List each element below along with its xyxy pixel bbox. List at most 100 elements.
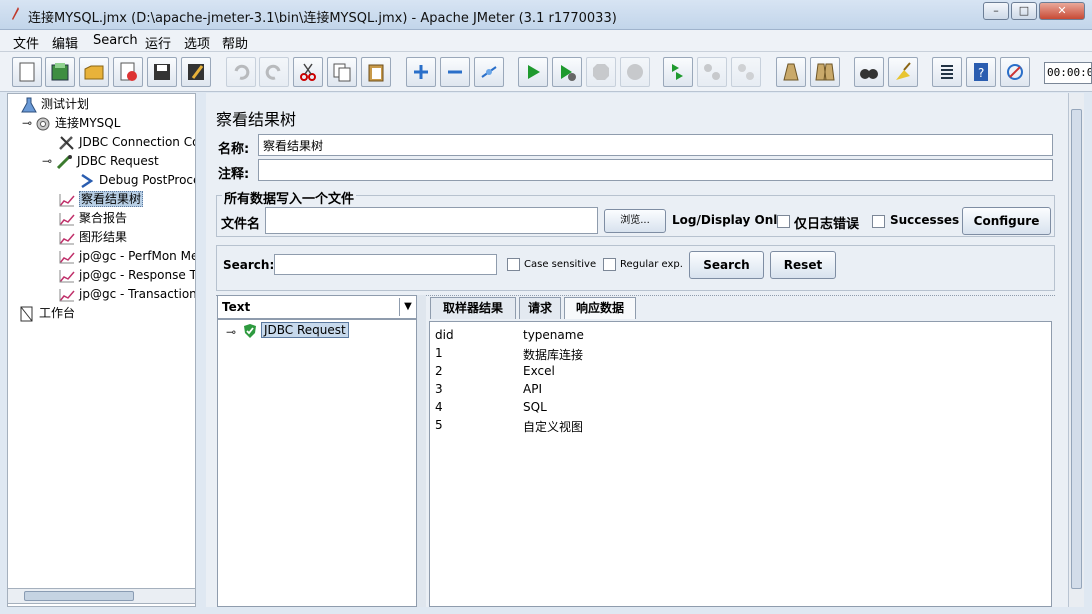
remote-shutdown-icon[interactable]	[731, 57, 761, 87]
remote-stop-icon[interactable]	[697, 57, 727, 87]
minimize-button[interactable]: –	[983, 2, 1009, 20]
jmeter-feather-icon	[12, 7, 19, 20]
response-cell: API	[523, 382, 542, 396]
response-cell: 3	[435, 382, 443, 396]
open-icon[interactable]	[79, 57, 109, 87]
response-cell: 数据库连接	[523, 348, 584, 362]
workbench-icon	[20, 306, 33, 321]
close-icon[interactable]	[113, 57, 143, 87]
comment-field[interactable]	[258, 159, 1053, 181]
name-field[interactable]: 察看结果树	[258, 134, 1053, 156]
successes-checkbox[interactable]	[872, 215, 885, 228]
pane-splitter[interactable]	[197, 93, 205, 607]
undo-icon[interactable]	[226, 57, 256, 87]
start-icon[interactable]	[518, 57, 548, 87]
tree-item-view-results-tree[interactable]: 察看结果树	[58, 190, 144, 208]
tree-item-debug-postprocessor[interactable]: Debug PostProce	[78, 171, 195, 189]
clear-all-icon[interactable]	[810, 57, 840, 87]
start-no-pause-icon[interactable]	[552, 57, 582, 87]
menu-edit[interactable]: 编辑	[52, 33, 78, 52]
save-icon[interactable]	[147, 57, 177, 87]
menu-search[interactable]: Search	[93, 33, 138, 48]
expand-handle-icon[interactable]: ⊸	[42, 152, 56, 170]
test-plan-tree[interactable]: 测试计划 ⊸ 连接MYSQL JDBC Connection Co ⊸ JDBC R…	[7, 93, 196, 607]
maximize-button[interactable]: □	[1011, 2, 1037, 20]
tab-request[interactable]: 请求	[519, 297, 561, 319]
redo-icon[interactable]	[259, 57, 289, 87]
reset-button[interactable]: Reset	[770, 251, 836, 279]
regular-exp-label: Regular exp.	[620, 259, 683, 270]
tree-horizontal-scrollbar[interactable]	[7, 588, 196, 604]
search-input[interactable]	[274, 254, 497, 275]
tree-item-test-plan[interactable]: 测试计划	[20, 95, 89, 113]
chevron-down-icon[interactable]: ▼	[399, 298, 416, 316]
case-sensitive-checkbox[interactable]	[507, 258, 520, 271]
collapse-icon[interactable]	[440, 57, 470, 87]
pipette-icon	[56, 154, 72, 169]
close-window-button[interactable]: ✕	[1039, 2, 1085, 20]
function-helper-icon[interactable]	[932, 57, 962, 87]
graph-icon	[59, 288, 75, 301]
errors-checkbox[interactable]	[777, 215, 790, 228]
cut-icon[interactable]	[293, 57, 323, 87]
expand-icon[interactable]	[406, 57, 436, 87]
copy-icon[interactable]	[327, 57, 357, 87]
reset-search-icon[interactable]	[888, 57, 918, 87]
gear-icon	[36, 117, 50, 130]
search-icon[interactable]	[854, 57, 884, 87]
clear-icon[interactable]	[776, 57, 806, 87]
tree-item-perfmon[interactable]: jp@gc - PerfMon Met	[58, 247, 195, 265]
file-group-title: 所有数据写入一个文件	[222, 188, 357, 207]
response-cell: 4	[435, 400, 443, 414]
tree-item-jdbc-request[interactable]: ⊸ JDBC Request	[42, 152, 159, 170]
regular-exp-checkbox[interactable]	[603, 258, 616, 271]
filename-field[interactable]	[265, 207, 598, 234]
tab-response-data[interactable]: 响应数据	[564, 297, 636, 319]
graph-icon	[59, 193, 75, 206]
menu-file[interactable]: 文件	[13, 33, 39, 52]
graph-icon	[59, 212, 75, 225]
main-vertical-scrollbar[interactable]	[1068, 93, 1084, 607]
scrollbar-thumb[interactable]	[1071, 109, 1082, 589]
configure-button[interactable]: Configure	[962, 207, 1051, 235]
tree-item-response-times[interactable]: jp@gc - Response T	[58, 266, 195, 284]
menu-options[interactable]: 选项	[184, 33, 210, 52]
shutdown-icon[interactable]	[620, 57, 650, 87]
scrollbar-thumb[interactable]	[24, 591, 134, 601]
tab-sampler-result[interactable]: 取样器结果	[430, 297, 516, 319]
tree-item-workbench[interactable]: 工作台	[18, 304, 75, 322]
response-cell: 2	[435, 364, 443, 378]
window-title: 连接MYSQL.jmx (D:\apache-jmeter-3.1\bin\连接…	[28, 11, 617, 26]
tree-item-thread-group[interactable]: ⊸ 连接MYSQL	[22, 114, 120, 132]
tree-item-graph-results[interactable]: 图形结果	[58, 228, 127, 246]
paste-icon[interactable]	[361, 57, 391, 87]
browse-button[interactable]: 浏览...	[604, 209, 666, 233]
response-data-area[interactable]: did typename 1 数据库连接 2 Excel 3 API 4 SQL…	[429, 321, 1052, 607]
toggle-icon[interactable]	[474, 57, 504, 87]
sample-item[interactable]: JDBC Request	[261, 322, 349, 338]
sample-results-tree[interactable]: ⊸ JDBC Request	[217, 319, 417, 607]
renderer-select[interactable]: Text	[217, 295, 417, 319]
tree-item-jdbc-connection[interactable]: JDBC Connection Co	[58, 133, 195, 151]
response-cell: SQL	[523, 400, 547, 414]
expand-handle-icon[interactable]: ⊸	[226, 325, 236, 339]
remote-start-icon[interactable]	[663, 57, 693, 87]
graph-icon	[59, 231, 75, 244]
menu-help[interactable]: 帮助	[222, 33, 248, 52]
save-as-icon[interactable]	[181, 57, 211, 87]
menu-run[interactable]: 运行	[145, 33, 171, 52]
help-icon[interactable]: ?	[966, 57, 996, 87]
expand-handle-icon[interactable]: ⊸	[22, 114, 34, 132]
templates-icon[interactable]	[45, 57, 75, 87]
logger-icon[interactable]	[1000, 57, 1030, 87]
search-button[interactable]: Search	[689, 251, 764, 279]
errors-label: 仅日志错误	[794, 217, 860, 232]
log-display-label: Log/Display Only:	[672, 213, 790, 227]
tree-item-aggregate-report[interactable]: 聚合报告	[58, 209, 127, 227]
new-icon[interactable]	[12, 57, 42, 87]
results-splitter[interactable]	[417, 295, 426, 607]
case-sensitive-label: Case sensitive	[524, 259, 597, 270]
stop-icon[interactable]	[586, 57, 616, 87]
tree-item-transactions[interactable]: jp@gc - Transactions	[58, 285, 195, 303]
elapsed-timer: 00:00:00	[1044, 62, 1092, 84]
